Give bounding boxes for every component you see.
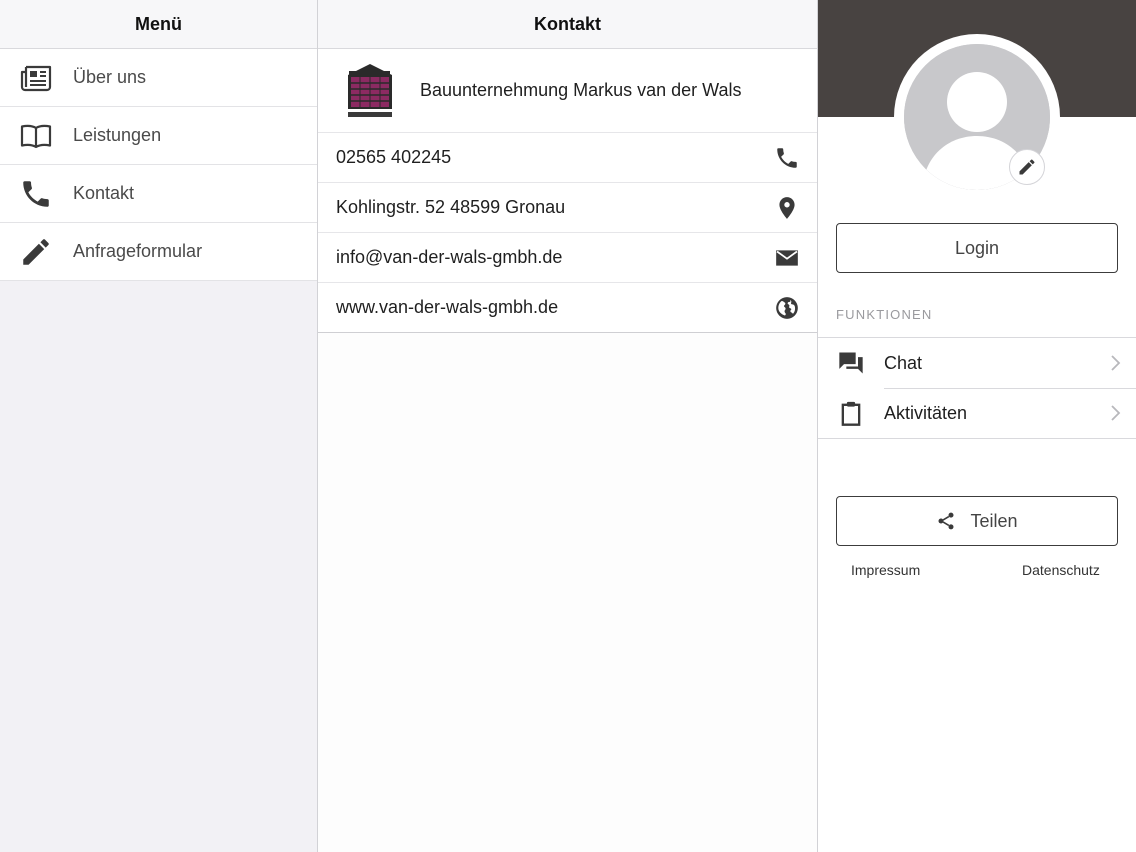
share-button[interactable]: Teilen xyxy=(836,496,1118,546)
function-label: Chat xyxy=(884,352,923,373)
datenschutz-link[interactable]: Datenschutz xyxy=(1022,562,1100,578)
menu-item-anfrageformular[interactable]: Anfrageformular xyxy=(0,223,317,281)
mail-icon xyxy=(773,244,801,272)
contact-panel: Kontakt Bauunternehmung Markus van der W… xyxy=(318,0,818,852)
contact-phone: 02565 402245 xyxy=(336,147,452,167)
contact-title: Kontakt xyxy=(318,0,817,49)
contact-address-row[interactable]: Kohlingstr. 52 48599 Gronau xyxy=(318,183,817,233)
share-label: Teilen xyxy=(970,510,1018,531)
menu-item-leistungen[interactable]: Leistungen xyxy=(0,107,317,165)
company-row: Bauunternehmung Markus van der Wals xyxy=(318,49,817,133)
pencil-icon xyxy=(0,223,73,281)
menu-item-label: Über uns xyxy=(73,67,147,87)
menu-list: Über uns Leistungen Kontakt Anfrageformu… xyxy=(0,49,317,281)
contact-phone-row[interactable]: 02565 402245 xyxy=(318,133,817,183)
company-name: Bauunternehmung Markus van der Wals xyxy=(420,80,742,100)
globe-icon xyxy=(773,294,801,322)
chevron-right-icon xyxy=(1096,354,1136,372)
menu-title: Menü xyxy=(0,0,317,49)
map-pin-icon xyxy=(773,194,801,222)
chat-icon xyxy=(818,349,884,377)
menu-item-label: Leistungen xyxy=(73,125,162,145)
phone-icon xyxy=(773,144,801,172)
clipboard-icon xyxy=(818,399,884,427)
menu-item-kontakt[interactable]: Kontakt xyxy=(0,165,317,223)
function-item-aktivitaeten[interactable]: Aktivitäten xyxy=(818,388,1136,438)
contact-email-row[interactable]: info@van-der-wals-gmbh.de xyxy=(318,233,817,283)
pencil-icon xyxy=(1019,159,1035,175)
contact-address: Kohlingstr. 52 48599 Gronau xyxy=(336,197,566,217)
edit-avatar-button[interactable] xyxy=(1009,149,1045,185)
menu-panel: Menü Über uns Leistungen Kontakt Anfrage… xyxy=(0,0,318,852)
contact-website: www.van-der-wals-gmbh.de xyxy=(336,297,559,317)
newspaper-icon xyxy=(0,49,73,107)
share-icon xyxy=(938,512,954,530)
contact-website-row[interactable]: www.van-der-wals-gmbh.de xyxy=(318,283,817,333)
company-logo xyxy=(344,60,396,121)
login-button[interactable]: Login xyxy=(836,223,1118,273)
functions-section-label: FUNKTIONEN xyxy=(836,307,933,322)
impressum-link[interactable]: Impressum xyxy=(851,562,920,578)
menu-item-label: Kontakt xyxy=(73,183,135,203)
menu-item-label: Anfrageformular xyxy=(73,241,203,261)
profile-panel: Login FUNKTIONEN Chat Aktivitäten Teilen… xyxy=(818,0,1136,852)
book-icon xyxy=(0,107,73,165)
function-item-chat[interactable]: Chat xyxy=(818,338,1136,388)
functions-list: Chat Aktivitäten xyxy=(818,337,1136,439)
avatar-ring xyxy=(894,34,1060,200)
menu-item-ueber-uns[interactable]: Über uns xyxy=(0,49,317,107)
contact-email: info@van-der-wals-gmbh.de xyxy=(336,247,563,267)
function-label: Aktivitäten xyxy=(884,402,968,423)
chevron-right-icon xyxy=(1096,404,1136,422)
phone-icon xyxy=(0,165,73,223)
